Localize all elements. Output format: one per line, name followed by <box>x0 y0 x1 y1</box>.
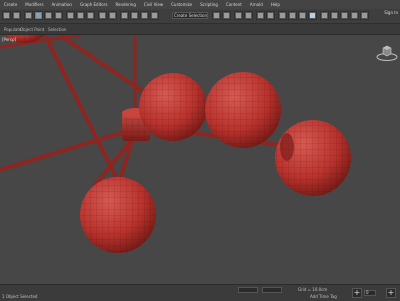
render-cloud-icon[interactable] <box>320 11 329 20</box>
viewcube-icon[interactable] <box>376 44 398 62</box>
workspace-icon[interactable] <box>340 11 349 20</box>
select-object-icon[interactable] <box>34 11 43 20</box>
select-by-name-icon[interactable] <box>44 11 53 20</box>
menu-content[interactable]: Content <box>222 2 246 7</box>
sphere-center <box>139 73 207 141</box>
add-time-tag-button[interactable]: Add Time Tag <box>310 294 337 299</box>
sign-in-link[interactable]: Sign In <box>384 10 398 15</box>
rotate-icon[interactable] <box>76 11 85 20</box>
snap-icon[interactable] <box>120 11 129 20</box>
move-icon[interactable] <box>66 11 75 20</box>
render-production-icon[interactable] <box>308 11 317 20</box>
rect-selection-icon[interactable] <box>54 11 63 20</box>
undo-icon[interactable] <box>2 11 11 20</box>
scene-canvas <box>0 35 351 253</box>
ribbon-item-object-paint[interactable]: Object Paint <box>20 27 44 32</box>
menu-scripting[interactable]: Scripting <box>196 2 222 7</box>
menu-animation[interactable]: Animation <box>48 2 76 7</box>
spinner-snap-icon[interactable] <box>150 11 159 20</box>
x-coordinate-field[interactable] <box>238 287 258 293</box>
link-icon[interactable] <box>24 11 33 20</box>
sphere-far-right <box>275 120 351 196</box>
ribbon: Populate Object Paint Selection <box>0 24 400 35</box>
menu-create[interactable]: Create <box>0 2 21 7</box>
pivot-icon[interactable] <box>108 11 117 20</box>
render-setup-icon[interactable] <box>288 11 297 20</box>
selection-set-input[interactable]: Create Selection Se <box>172 12 208 19</box>
set-key-icon[interactable]: + <box>352 288 362 298</box>
scale-icon[interactable] <box>86 11 95 20</box>
menu-help[interactable]: Help <box>267 2 284 7</box>
zoom-extents-icon[interactable]: + <box>386 288 396 298</box>
rendered-frame-window-icon[interactable] <box>298 11 307 20</box>
menu-bar: Create Modifiers Animation Graph Editors… <box>0 0 400 9</box>
scene-explorer-icon[interactable] <box>234 11 243 20</box>
redo-icon[interactable] <box>12 11 21 20</box>
menu-arnold[interactable]: Arnold <box>246 2 267 7</box>
menu-customize[interactable]: Customize <box>167 2 196 7</box>
a360-icon[interactable] <box>330 11 339 20</box>
mirror-icon[interactable] <box>212 11 221 20</box>
sphere-bottom <box>80 177 156 253</box>
selection-status: 1 Object Selected <box>2 294 38 299</box>
ribbon-item-populate[interactable]: Populate <box>4 27 21 32</box>
menu-graph-editors[interactable]: Graph Editors <box>76 2 111 7</box>
layer-explorer-icon[interactable] <box>244 11 253 20</box>
schematic-view-icon[interactable] <box>266 11 275 20</box>
sphere-right <box>205 72 281 148</box>
percent-snap-icon[interactable] <box>140 11 149 20</box>
ribbon-item-selection[interactable]: Selection <box>48 27 66 32</box>
material-editor-icon[interactable] <box>278 11 287 20</box>
menu-modifiers[interactable]: Modifiers <box>21 2 47 7</box>
reference-coord-icon[interactable] <box>98 11 107 20</box>
viewport-label[interactable]: [Persp] <box>2 37 16 42</box>
align-icon[interactable] <box>222 11 231 20</box>
perspective-viewport[interactable]: [Persp] <box>0 35 400 284</box>
project-folder-icon[interactable] <box>350 11 359 20</box>
angle-snap-icon[interactable] <box>130 11 139 20</box>
curve-editor-icon[interactable] <box>256 11 265 20</box>
main-toolbar: Create Selection Se Sign In <box>0 9 400 24</box>
grid-size: Grid = 10.0cm <box>298 287 328 292</box>
status-bar: 1 Object Selected Grid = 10.0cm Add Time… <box>0 284 400 301</box>
scene-converter-icon[interactable] <box>360 11 369 20</box>
menu-rendering[interactable]: Rendering <box>111 2 139 7</box>
frame-field[interactable]: 0 <box>364 290 376 296</box>
menu-civil-view[interactable]: Civil View <box>140 2 167 7</box>
y-coordinate-field[interactable] <box>262 287 282 293</box>
